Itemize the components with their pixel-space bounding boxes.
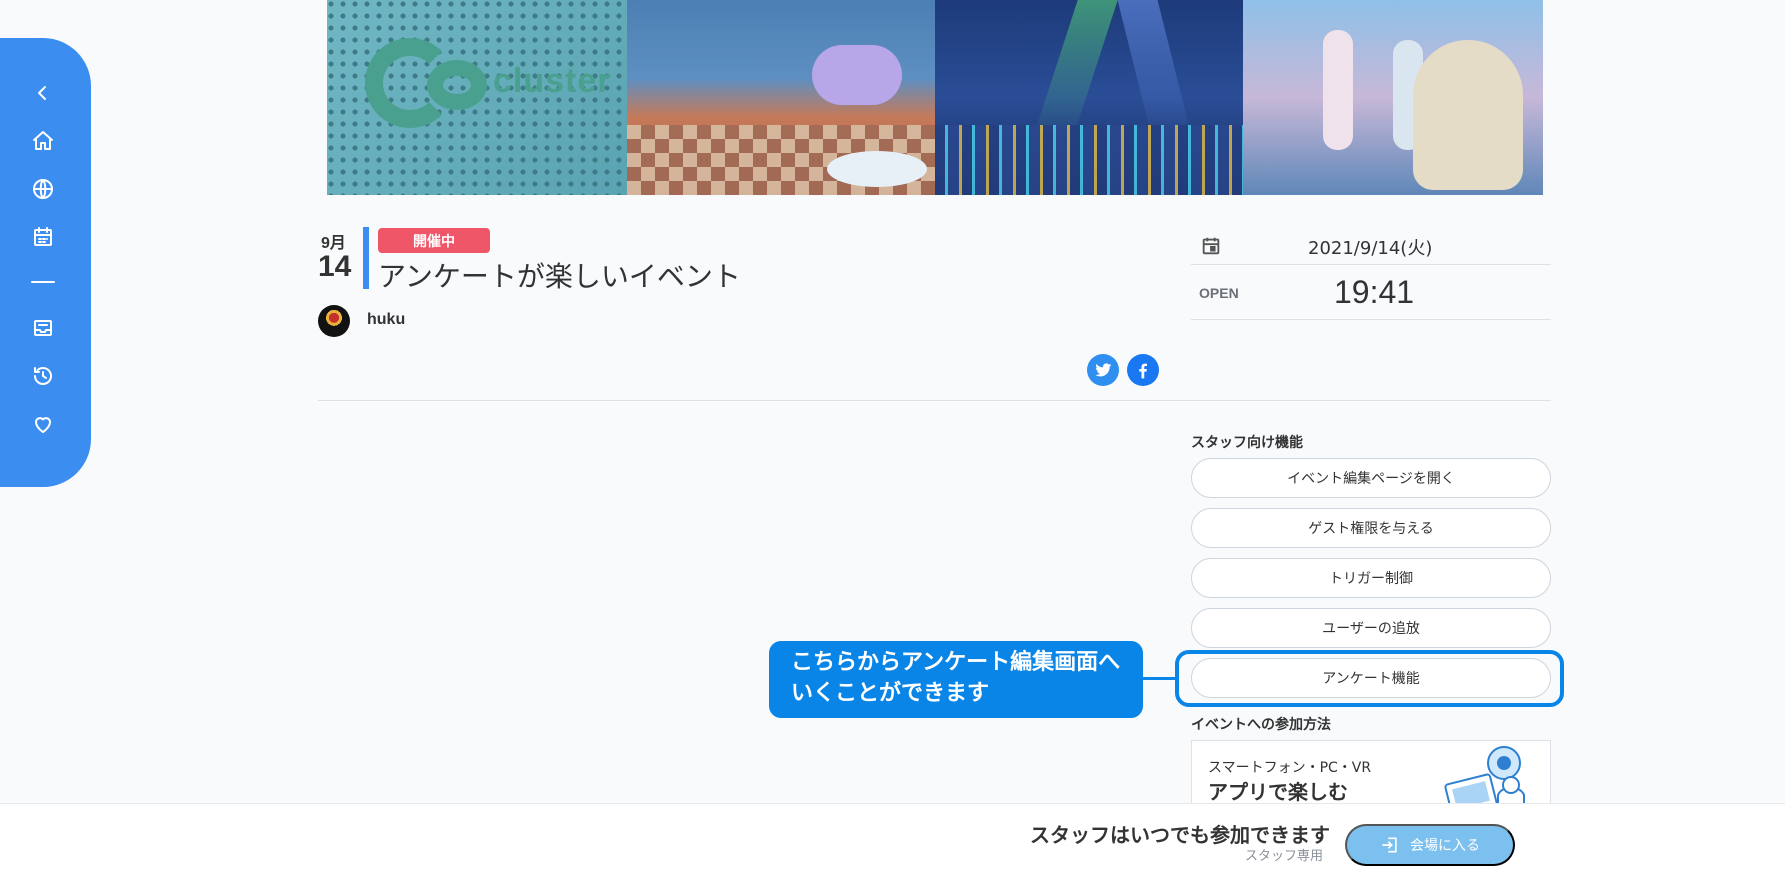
open-event-edit-button[interactable]: イベント編集ページを開く	[1191, 458, 1551, 498]
sidebar	[0, 38, 91, 487]
trigger-control-button[interactable]: トリガー制御	[1191, 558, 1551, 598]
event-title: アンケートが楽しいイベント	[378, 260, 741, 293]
footer-staff-only: スタッフ専用	[1245, 849, 1324, 864]
twitter-icon[interactable]	[1087, 354, 1119, 386]
join-section-label: イベントへの参加方法	[1191, 717, 1331, 733]
banner-panel-stage	[1243, 0, 1543, 195]
event-date: 2021/9/14(火)	[1308, 238, 1433, 259]
author-name[interactable]: huku	[367, 311, 405, 329]
status-badge: 開催中	[378, 228, 490, 253]
grant-guest-permission-button[interactable]: ゲスト権限を与える	[1191, 508, 1551, 548]
join-app-title: アプリで楽しむ	[1208, 780, 1348, 804]
event-banner: cluster	[327, 0, 1543, 195]
survey-callout: こちらからアンケート編集画面へ いくことができます	[769, 641, 1143, 718]
calendar-icon	[1200, 235, 1222, 257]
callout-line-2: いくことができます	[791, 681, 990, 706]
survey-highlight-frame	[1175, 650, 1564, 707]
callout-line-1: こちらからアンケート編集画面へ	[791, 650, 1121, 675]
banner-panel-concert	[935, 0, 1243, 195]
enter-venue-button[interactable]: 会場に入る	[1345, 824, 1515, 866]
footer-message: スタッフはいつでも参加できます	[1030, 823, 1330, 847]
banner-panel-plaza	[627, 0, 935, 195]
facebook-icon[interactable]	[1127, 354, 1159, 386]
enter-icon	[1382, 837, 1397, 853]
banner-panel-logo: cluster	[327, 0, 627, 195]
dash-icon	[26, 265, 60, 299]
footer-bar: スタッフはいつでも参加できます スタッフ専用 会場に入る	[0, 803, 1785, 877]
section-divider	[318, 400, 1551, 401]
join-platforms: スマートフォン・PC・VR	[1208, 760, 1372, 776]
date-accent-bar	[363, 227, 369, 289]
open-label: OPEN	[1199, 285, 1239, 301]
calendar-icon[interactable]	[26, 220, 60, 254]
chevron-left-icon[interactable]	[26, 76, 60, 110]
event-day: 14	[318, 250, 352, 283]
home-icon[interactable]	[26, 124, 60, 158]
callout-connector	[1142, 677, 1176, 680]
enter-venue-label: 会場に入る	[1410, 838, 1480, 854]
inbox-icon[interactable]	[26, 311, 60, 345]
staff-section-label: スタッフ向け機能	[1191, 435, 1303, 451]
heart-icon[interactable]	[26, 407, 60, 441]
kick-user-button[interactable]: ユーザーの追放	[1191, 608, 1551, 648]
globe-icon[interactable]	[26, 172, 60, 206]
open-time: 19:41	[1334, 274, 1415, 310]
author-avatar[interactable]	[318, 305, 350, 337]
history-icon[interactable]	[26, 359, 60, 393]
